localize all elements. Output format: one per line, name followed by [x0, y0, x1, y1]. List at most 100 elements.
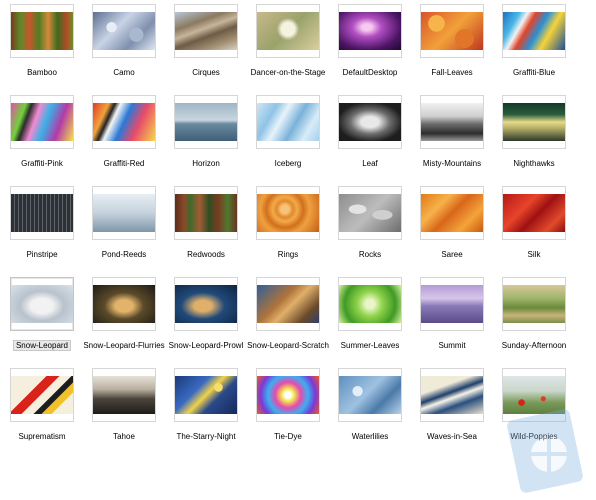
thumbnail-image [11, 376, 73, 414]
wallpaper-item[interactable]: Silk [494, 184, 574, 270]
thumbnail-image [175, 376, 237, 414]
thumbnail-frame [256, 277, 320, 331]
thumbnail-frame [502, 4, 566, 58]
thumbnail-frame [10, 186, 74, 240]
thumbnail-frame [256, 4, 320, 58]
wallpaper-label: Graffiti-Red [103, 159, 145, 168]
thumbnail-image [175, 12, 237, 50]
thumbnail-frame [10, 277, 74, 331]
thumbnail-image [257, 194, 319, 232]
wallpaper-label: Fall-Leaves [431, 68, 473, 77]
thumbnail-frame [256, 95, 320, 149]
wallpaper-label: Summit [438, 341, 466, 350]
thumbnail-image [257, 376, 319, 414]
thumbnail-image [421, 285, 483, 323]
thumbnail-image [421, 376, 483, 414]
wallpaper-label: Sunday-Afternoon [501, 341, 567, 350]
wallpaper-label: Summer-Leaves [340, 341, 400, 350]
wallpaper-label: DefaultDesktop [342, 68, 398, 77]
thumbnail-frame [174, 277, 238, 331]
thumbnail-frame [174, 186, 238, 240]
thumbnail-image [339, 376, 401, 414]
windows-logo-watermark-icon [507, 409, 583, 493]
wallpaper-label: Tahoe [113, 432, 135, 441]
thumbnail-frame [10, 4, 74, 58]
wallpaper-label: The-Starry-Night [176, 432, 236, 441]
thumbnail-frame [338, 368, 402, 422]
wallpaper-label: Rocks [358, 250, 382, 259]
wallpaper-label: Cirques [192, 68, 220, 77]
wallpaper-label: Camo [113, 68, 135, 77]
thumbnail-frame [10, 368, 74, 422]
thumbnail-frame [256, 368, 320, 422]
thumbnail-frame [502, 186, 566, 240]
wallpaper-item[interactable]: Nighthawks [494, 93, 574, 179]
wallpaper-label: Redwoods [187, 250, 225, 259]
thumbnail-image [257, 285, 319, 323]
thumbnail-frame [174, 368, 238, 422]
thumbnail-image [257, 12, 319, 50]
wallpaper-label: Horizon [192, 159, 220, 168]
thumbnail-frame [420, 95, 484, 149]
wallpaper-label: Graffiti-Pink [21, 159, 63, 168]
thumbnail-frame [174, 4, 238, 58]
thumbnail-frame [420, 186, 484, 240]
thumbnail-frame [502, 95, 566, 149]
thumbnail-frame [92, 95, 156, 149]
thumbnail-frame [92, 277, 156, 331]
thumbnail-image [93, 376, 155, 414]
thumbnail-image [175, 194, 237, 232]
thumbnail-image [93, 12, 155, 50]
thumbnail-image [339, 194, 401, 232]
wallpaper-label: Leaf [362, 159, 378, 168]
thumbnail-image [503, 285, 565, 323]
wallpaper-label: Misty-Mountains [422, 159, 482, 168]
thumbnail-frame [92, 368, 156, 422]
wallpaper-label: Saree [441, 250, 463, 259]
thumbnail-frame [338, 277, 402, 331]
thumbnail-image [503, 12, 565, 50]
thumbnail-image [421, 12, 483, 50]
thumbnail-image [93, 194, 155, 232]
thumbnail-frame [420, 368, 484, 422]
thumbnail-image [93, 103, 155, 141]
wallpaper-label: Iceberg [274, 159, 302, 168]
thumbnail-image [339, 12, 401, 50]
wallpaper-label: Graffiti-Blue [512, 68, 556, 77]
thumbnail-image [11, 194, 73, 232]
wallpaper-label: Waves-in-Sea [427, 432, 477, 441]
wallpaper-item[interactable]: Graffiti-Blue [494, 2, 574, 88]
thumbnail-image [503, 103, 565, 141]
thumbnail-image [93, 285, 155, 323]
wallpaper-label: Pinstripe [26, 250, 58, 259]
thumbnail-frame [338, 4, 402, 58]
thumbnail-image [339, 285, 401, 323]
wallpaper-label: Bamboo [27, 68, 57, 77]
thumbnail-image [11, 103, 73, 141]
thumbnail-frame [420, 4, 484, 58]
thumbnail-frame [420, 277, 484, 331]
wallpaper-label: Snow-Leopard [12, 340, 72, 351]
thumbnail-frame [10, 95, 74, 149]
thumbnail-image [11, 12, 73, 50]
thumbnail-frame [502, 277, 566, 331]
thumbnail-frame [256, 186, 320, 240]
wallpaper-label: Silk [527, 250, 541, 259]
thumbnail-image [339, 103, 401, 141]
thumbnail-image [175, 103, 237, 141]
thumbnail-frame [338, 95, 402, 149]
thumbnail-frame [174, 95, 238, 149]
thumbnail-image [175, 285, 237, 323]
wallpaper-label: Waterlilies [351, 432, 389, 441]
wallpaper-item[interactable]: Sunday-Afternoon [494, 275, 574, 361]
thumbnail-image [421, 194, 483, 232]
thumbnail-frame [338, 186, 402, 240]
wallpaper-label: Nighthawks [513, 159, 555, 168]
thumbnail-frame [92, 186, 156, 240]
wallpaper-label: Pond-Reeds [101, 250, 147, 259]
wallpaper-label: Suprematism [18, 432, 66, 441]
thumbnail-image [421, 103, 483, 141]
thumbnail-image [503, 194, 565, 232]
thumbnail-image [257, 103, 319, 141]
wallpaper-label: Tie-Dye [274, 432, 302, 441]
